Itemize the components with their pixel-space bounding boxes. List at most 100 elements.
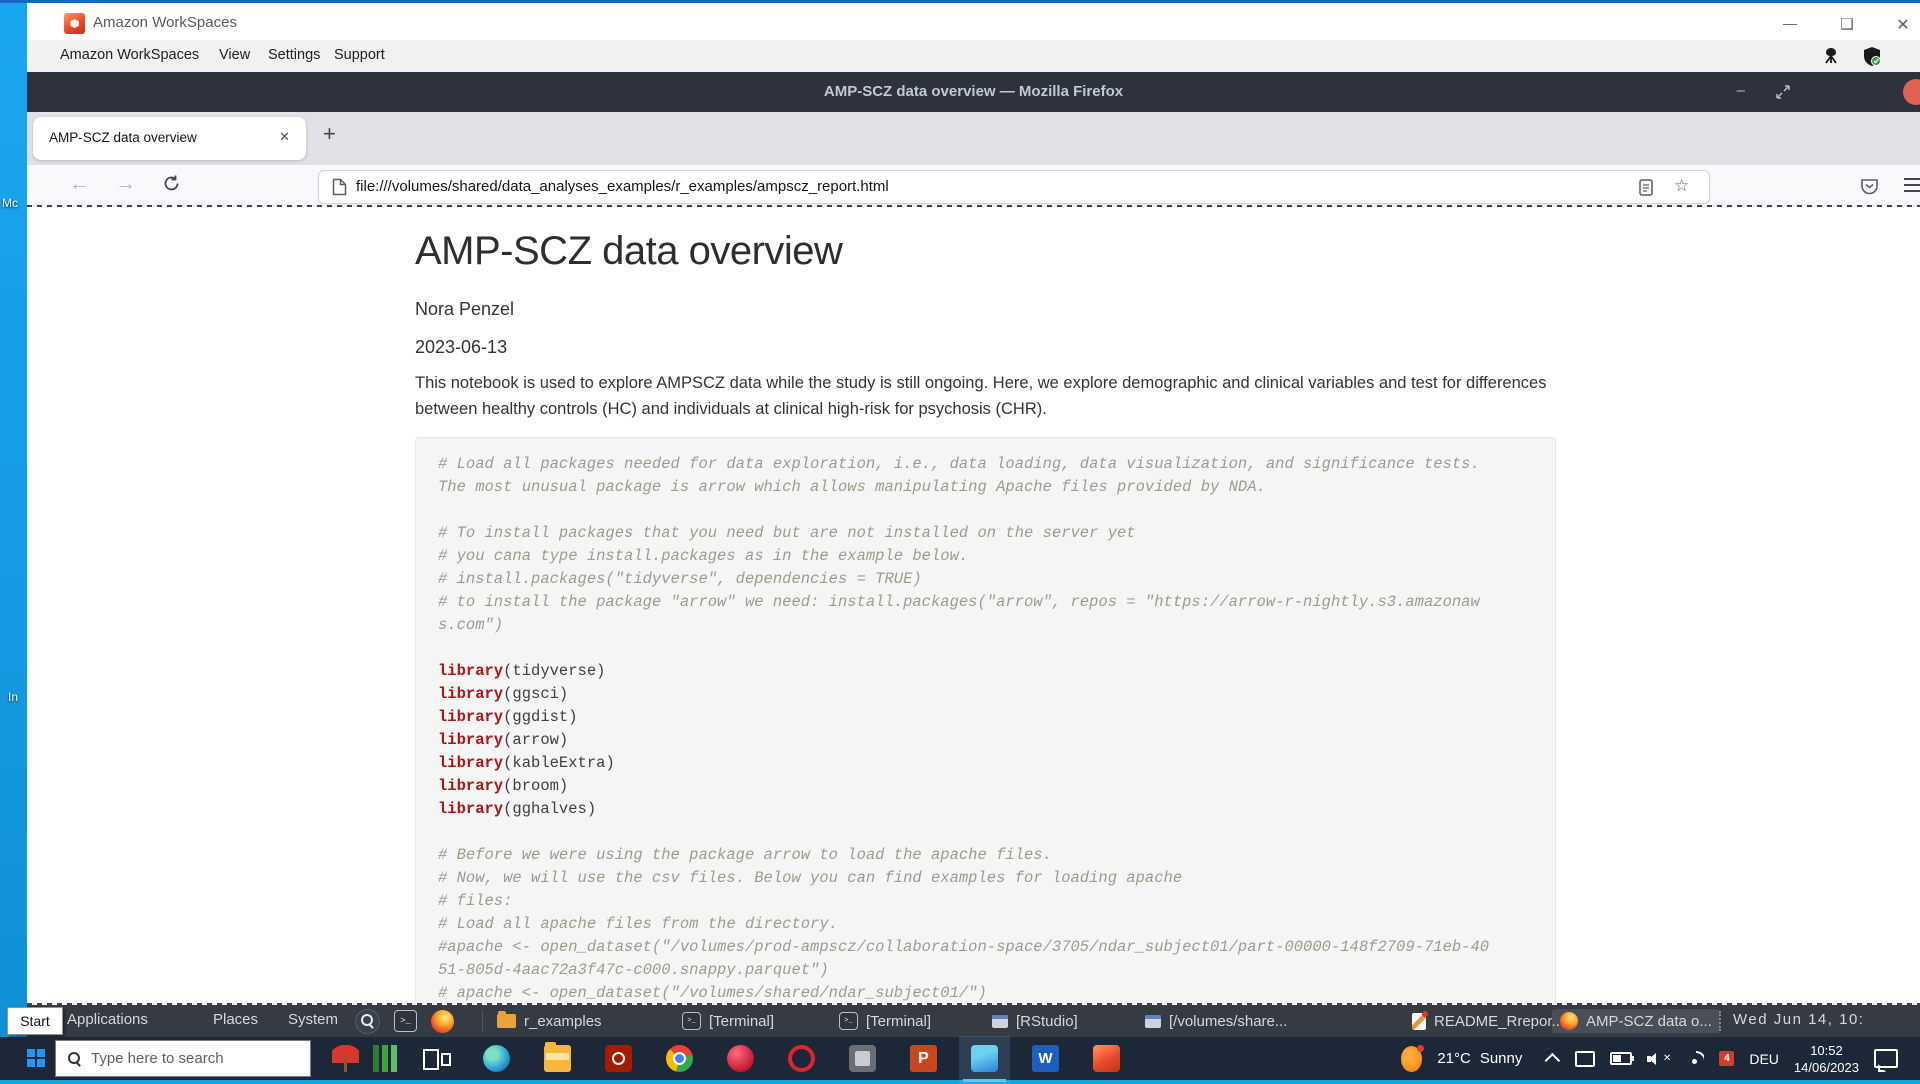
url-text[interactable]: file:///volumes/shared/data_analyses_exa… — [356, 178, 889, 195]
linux-taskbar-item[interactable]: [/volumes/share... — [1145, 1009, 1287, 1033]
code-line: #apache <- open_dataset("/volumes/prod-a… — [438, 936, 1533, 959]
acrobat-icon[interactable] — [605, 1045, 632, 1072]
code-block: # Load all packages needed for data expl… — [438, 453, 1533, 1005]
desktop-icon-label[interactable]: In — [8, 690, 18, 704]
firefox-icon[interactable] — [431, 1010, 454, 1033]
windows-search-box[interactable]: Type here to search — [55, 1040, 311, 1077]
firefox-restore-button[interactable] — [1776, 85, 1790, 99]
linux-launchers: >_ — [355, 1009, 454, 1033]
page-icon — [332, 178, 347, 196]
linux-taskbar-item[interactable]: AMP-SCZ data o... — [1552, 1009, 1720, 1033]
forward-icon[interactable]: → — [115, 172, 136, 196]
explorer-icon[interactable] — [544, 1045, 571, 1072]
network-status-icon[interactable] — [1820, 46, 1842, 66]
desktop-wallpaper — [0, 0, 27, 1080]
code-line: # Load all packages needed for data expl… — [438, 453, 1533, 476]
plant-icon[interactable] — [371, 1045, 398, 1072]
date: 14/06/2023 — [1794, 1059, 1859, 1076]
firefox-window-title: AMP-SCZ data overview — Mozilla Firefox — [27, 83, 1920, 100]
workspaces-titlebar[interactable]: Amazon WorkSpaces — ❑ ✕ — [27, 3, 1920, 41]
minimize-button[interactable]: — — [1775, 15, 1805, 31]
powerpoint-icon[interactable] — [910, 1045, 937, 1072]
device-icon[interactable] — [1575, 1051, 1595, 1067]
red-app-icon[interactable] — [727, 1045, 754, 1072]
workspaces-client-icon[interactable] — [971, 1045, 998, 1072]
taskbar-separator — [482, 1010, 483, 1032]
windows-start-icon[interactable] — [27, 1049, 45, 1067]
linux-taskbar-item[interactable]: [RStudio] — [992, 1009, 1078, 1033]
firefox-minimize-button[interactable]: – — [1737, 82, 1745, 99]
chrome-icon[interactable] — [666, 1045, 693, 1072]
tab-close-icon[interactable]: ✕ — [279, 129, 290, 145]
umbrella-icon[interactable] — [332, 1045, 359, 1072]
tab-amp-scz[interactable]: AMP-SCZ data overview ✕ — [33, 117, 306, 160]
tab-title: AMP-SCZ data overview — [49, 130, 197, 145]
weather-condition[interactable]: Sunny — [1480, 1050, 1523, 1067]
linux-taskbar-item[interactable]: README_Rrepor... — [1412, 1009, 1564, 1033]
workspaces-icon[interactable] — [1093, 1045, 1120, 1072]
code-line — [438, 499, 1533, 522]
win-pinned-apps — [332, 1045, 1154, 1072]
window-label: [/volumes/share... — [1169, 1013, 1287, 1030]
linux-taskbar-item[interactable]: >_ [Terminal] — [682, 1009, 774, 1033]
report-title: AMP-SCZ data overview — [415, 229, 842, 274]
linux-taskbar: Applications Places System >_ r_examples… — [27, 1005, 1920, 1037]
window-label: AMP-SCZ data o... — [1586, 1013, 1712, 1030]
opera-icon[interactable] — [788, 1045, 815, 1072]
places-menu[interactable]: Places — [213, 1011, 258, 1028]
applications-menu[interactable]: Applications — [67, 1011, 148, 1028]
word-icon[interactable] — [1032, 1045, 1059, 1072]
code-line: s.com") — [438, 614, 1533, 637]
weather-temp[interactable]: 21°C — [1437, 1050, 1471, 1067]
bookmark-star-icon[interactable]: ☆ — [1674, 176, 1689, 196]
selection-dashed-border-bottom — [27, 1003, 1920, 1005]
weather-sun-icon[interactable] — [1401, 1046, 1422, 1072]
url-bar[interactable]: file:///volumes/shared/data_analyses_exa… — [318, 170, 1710, 204]
report-intro: This notebook is used to explore AMPSCZ … — [415, 370, 1560, 422]
shield-check-icon[interactable] — [1862, 46, 1882, 67]
menu-amazon-workspaces[interactable]: Amazon WorkSpaces — [60, 47, 199, 63]
back-icon[interactable]: ← — [69, 172, 90, 196]
window-label: [Terminal] — [709, 1013, 774, 1030]
menu-support[interactable]: Support — [334, 47, 385, 63]
system-menu[interactable]: System — [288, 1011, 338, 1028]
search-icon — [68, 1052, 82, 1066]
battery-icon[interactable] — [1610, 1052, 1632, 1065]
workspaces-menubar: Amazon WorkSpaces View Settings Support — [27, 40, 1920, 73]
linux-taskbar-item[interactable]: >_[Terminal] — [839, 1009, 931, 1033]
linux-taskbar-item[interactable]: r_examples — [497, 1009, 602, 1033]
hidden-icons-chevron-icon[interactable] — [1545, 1053, 1561, 1069]
terminal-icon[interactable]: >_ — [394, 1010, 417, 1032]
notification-badge-icon[interactable]: 4 — [1719, 1051, 1734, 1066]
pocket-icon[interactable] — [1860, 177, 1879, 196]
close-button[interactable]: ✕ — [1888, 15, 1918, 35]
hamburger-menu-icon[interactable] — [1904, 178, 1920, 192]
reload-icon[interactable] — [162, 174, 181, 193]
workspaces-app-icon — [64, 13, 85, 34]
menu-settings[interactable]: Settings — [268, 47, 320, 63]
reader-mode-icon[interactable] — [1639, 179, 1653, 196]
code-line: # To install packages that you need but … — [438, 522, 1533, 545]
maximize-button[interactable]: ❑ — [1832, 15, 1862, 33]
selection-dashed-border-top — [27, 205, 1920, 207]
desktop-icon-label[interactable]: Mc — [2, 196, 18, 210]
linux-clock[interactable]: Wed Jun 14, 10: — [1733, 1011, 1864, 1028]
terminal-icon: >_ — [682, 1012, 701, 1030]
action-center-icon[interactable] — [1874, 1049, 1898, 1068]
new-tab-button[interactable]: + — [323, 121, 336, 147]
volume-muted-icon[interactable]: ✕ — [1647, 1051, 1671, 1067]
language-indicator[interactable]: DEU — [1749, 1051, 1779, 1067]
firefox-titlebar[interactable]: AMP-SCZ data overview — Mozilla Firefox … — [27, 72, 1920, 112]
firefox-navbar: ← → file:///volumes/shared/data_analyses… — [27, 165, 1920, 207]
folder-icon — [497, 1014, 516, 1028]
task-view-icon[interactable] — [422, 1045, 449, 1072]
code-line — [438, 821, 1533, 844]
wifi-icon[interactable] — [1686, 1051, 1704, 1066]
edge-icon[interactable] — [483, 1045, 510, 1072]
windows-clock[interactable]: 10:52 14/06/2023 — [1794, 1042, 1859, 1076]
code-line: The most unusual package is arrow which … — [438, 476, 1533, 499]
gray-app-icon[interactable] — [849, 1045, 876, 1072]
search-icon[interactable] — [355, 1009, 380, 1034]
menu-view[interactable]: View — [219, 47, 250, 63]
window-icon — [1145, 1015, 1161, 1028]
